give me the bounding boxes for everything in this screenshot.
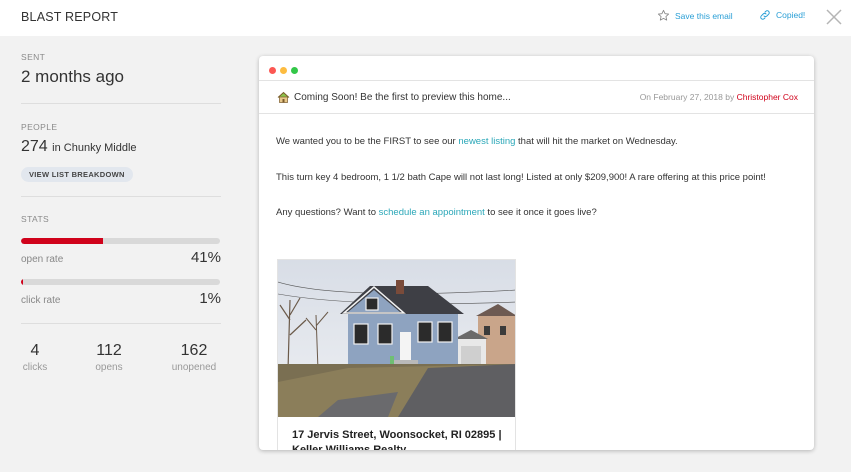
open-rate-value: 41% <box>190 249 221 266</box>
minimize-dot <box>280 67 287 74</box>
view-list-breakdown-button[interactable]: VIEW LIST BREAKDOWN <box>21 167 133 182</box>
people-count-number: 274 <box>21 138 48 155</box>
email-preview: Coming Soon! Be the first to preview thi… <box>259 56 814 450</box>
house-icon <box>277 91 290 103</box>
email-body: We wanted you to be the FIRST to see our… <box>276 134 776 241</box>
copy-link-button[interactable]: Copied! <box>759 9 805 21</box>
divider <box>21 323 221 324</box>
p1-text: We wanted you to be the FIRST to see our <box>276 136 459 147</box>
unopened-label: unopened <box>171 362 217 373</box>
unopened-number: 162 <box>180 342 208 359</box>
sent-label: SENT <box>21 52 46 62</box>
save-email-button[interactable]: Save this email <box>657 9 733 22</box>
email-author: Christopher Cox <box>736 92 798 102</box>
clicks-label: clicks <box>22 362 48 373</box>
email-paragraph: This turn key 4 bedroom, 1 1/2 bath Cape… <box>276 171 766 183</box>
schedule-appointment-link[interactable]: schedule an appointment <box>379 207 485 218</box>
p3-text-end: to see it once it goes live? <box>484 207 597 218</box>
people-label: PEOPLE <box>21 122 58 132</box>
p3-text: Any questions? Want to <box>276 207 379 218</box>
window-controls <box>269 67 298 74</box>
click-rate-value: 1% <box>199 290 221 307</box>
opens-count: 112 opens <box>89 342 129 373</box>
email-subject-text: Coming Soon! Be the first to preview thi… <box>294 91 511 103</box>
divider <box>21 103 221 104</box>
open-rate-bar-fill <box>21 238 103 244</box>
star-icon <box>657 9 670 21</box>
opens-label: opens <box>95 362 123 373</box>
email-paragraph: Any questions? Want to schedule an appoi… <box>276 205 776 222</box>
save-email-label: Save this email <box>675 10 733 21</box>
newest-listing-link[interactable]: newest listing <box>458 136 515 147</box>
people-count: 274 in Chunky Middle <box>21 138 137 156</box>
clicks-count: 4 clicks <box>21 342 49 373</box>
listing-address: 17 Jervis Street, Woonsocket, RI 02895 |… <box>292 429 502 450</box>
people-list-name: in Chunky Middle <box>52 142 137 154</box>
p1-text-end: that will hit the market on Wednesday. <box>515 136 678 147</box>
link-icon <box>760 10 770 20</box>
email-subject: Coming Soon! Be the first to preview thi… <box>277 91 511 103</box>
email-meta: On February 27, 2018 by Christopher Cox <box>640 92 798 102</box>
click-rate-bar-fill <box>21 279 23 285</box>
page-title: BLAST REPORT <box>21 10 119 24</box>
maximize-dot <box>291 67 298 74</box>
email-date: On February 27, 2018 by <box>639 92 735 102</box>
click-rate-label: click rate <box>21 295 61 306</box>
click-rate-bar <box>21 279 220 285</box>
open-rate-bar <box>21 238 220 244</box>
top-bar: BLAST REPORT Save this email Copied! <box>0 0 851 36</box>
email-header: Coming Soon! Be the first to preview thi… <box>259 80 814 114</box>
divider <box>21 196 221 197</box>
sent-value: 2 months ago <box>21 67 125 86</box>
unopened-count: 162 unopened <box>166 342 222 373</box>
stats-label: STATS <box>21 214 50 224</box>
copied-label: Copied! <box>776 10 806 20</box>
listing-card[interactable]: 17 Jervis Street, Woonsocket, RI 02895 |… <box>277 259 516 450</box>
close-icon[interactable] <box>824 7 844 27</box>
opens-number: 112 <box>96 342 122 359</box>
open-rate-label: open rate <box>21 254 64 265</box>
email-paragraph: We wanted you to be the FIRST to see our… <box>276 134 776 151</box>
listing-photo <box>278 260 515 417</box>
clicks-number: 4 <box>30 342 40 359</box>
close-dot <box>269 67 276 74</box>
